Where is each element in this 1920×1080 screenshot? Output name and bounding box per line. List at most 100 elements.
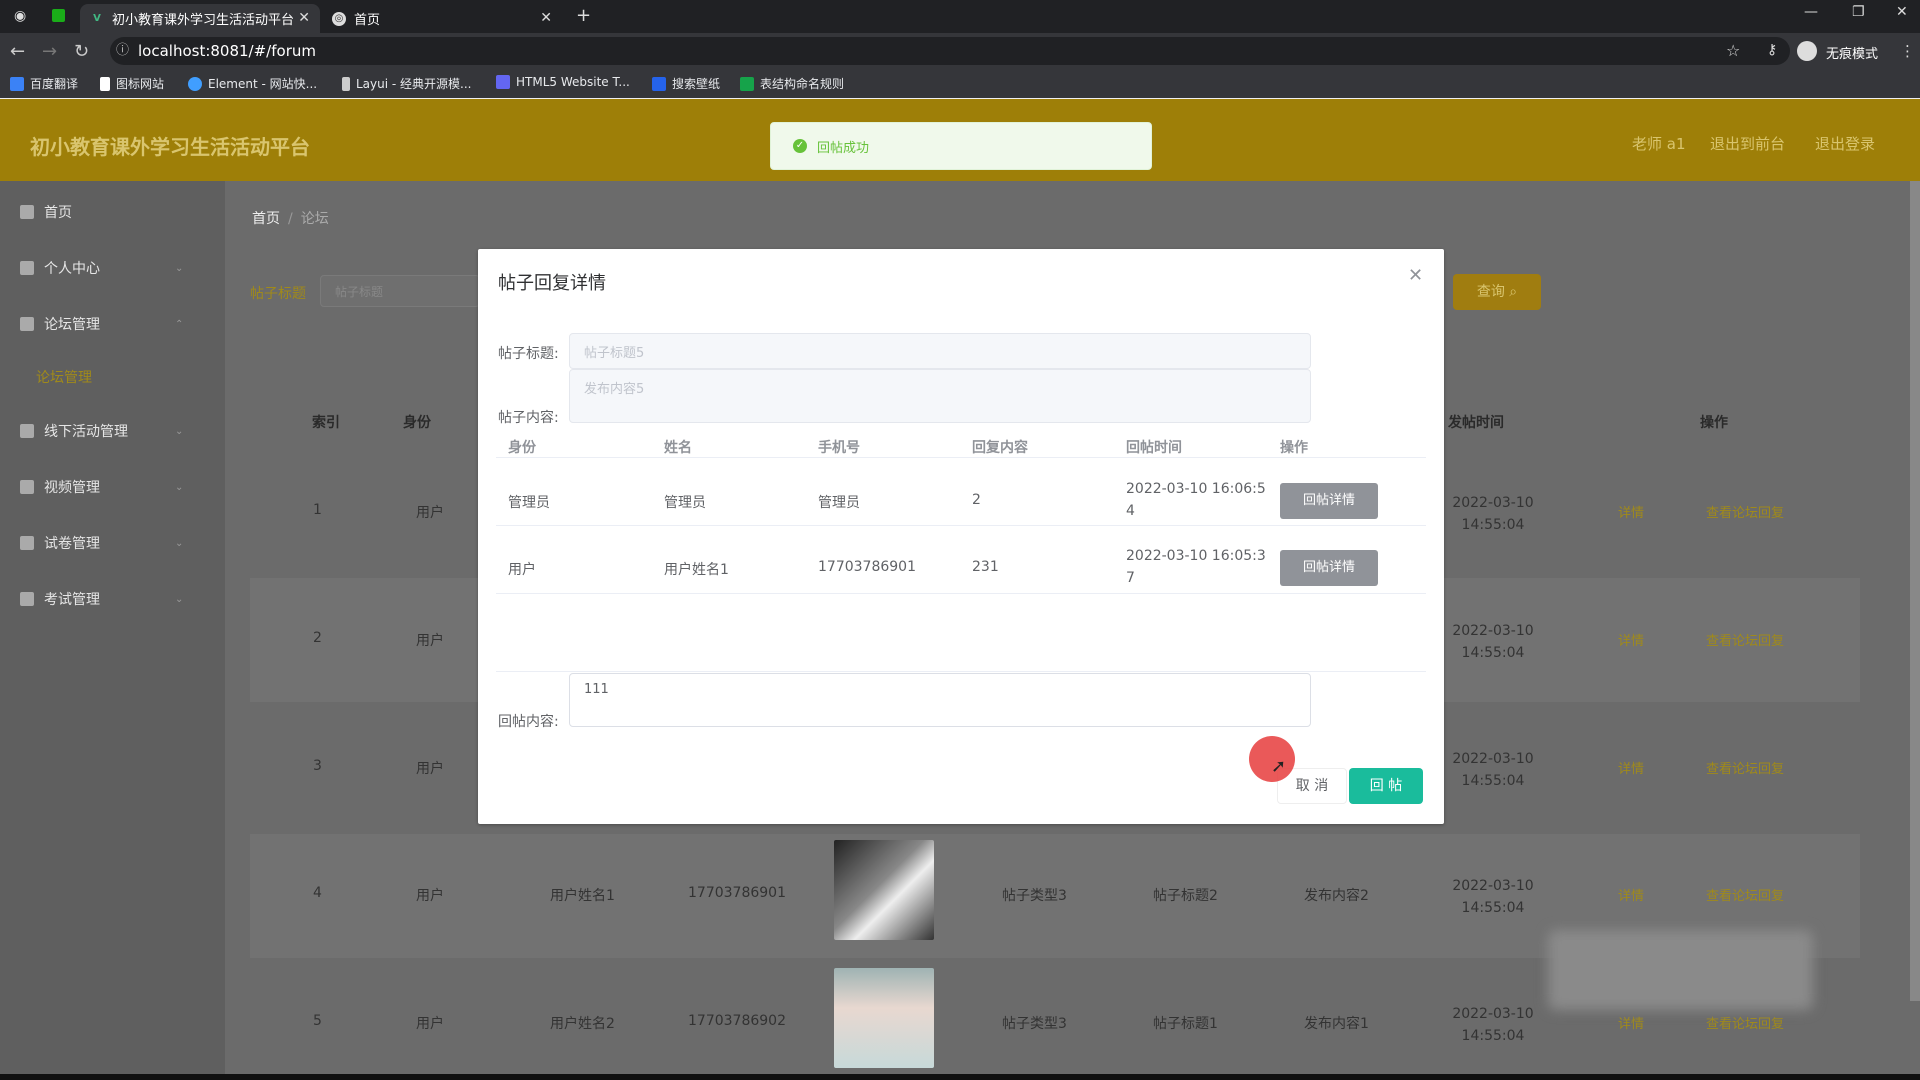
row-identity: 用户 xyxy=(416,505,444,521)
row-title: 帖子标题1 xyxy=(1153,1016,1218,1032)
bookmark-item[interactable]: Element - 网站快... xyxy=(188,75,317,92)
more-menu-icon[interactable]: ⋮ xyxy=(1900,42,1915,60)
sidebar-item-home[interactable]: 首页 xyxy=(20,202,72,222)
view-replies-link[interactable]: 查看论坛回复 xyxy=(1706,1013,1784,1032)
page-scrollbar[interactable] xyxy=(1910,181,1920,1001)
view-replies-link[interactable]: 查看论坛回复 xyxy=(1706,758,1784,777)
layui-icon xyxy=(342,76,350,91)
user-icon xyxy=(20,261,34,275)
row-identity: 用户 xyxy=(416,1016,444,1032)
vue-icon: V xyxy=(93,13,101,24)
row-type: 帖子类型3 xyxy=(1002,888,1067,904)
chevron-down-icon: ⌄ xyxy=(175,481,184,493)
star-icon[interactable]: ☆ xyxy=(1726,41,1740,60)
sidebar-subitem-forum[interactable]: 论坛管理 xyxy=(36,367,92,387)
paper-icon xyxy=(20,536,34,550)
chevron-down-icon: ⌄ xyxy=(175,593,184,605)
table-divider xyxy=(496,457,1426,458)
submit-reply-button[interactable]: 回 帖 xyxy=(1349,768,1423,804)
bookmark-item[interactable]: 搜索壁纸 xyxy=(652,75,720,92)
url-input[interactable]: ⓘ localhost:8081/#/forum xyxy=(110,37,1790,65)
close-window-icon[interactable]: ✕ xyxy=(1896,4,1908,20)
pinned-tab-icon[interactable] xyxy=(52,9,65,22)
bookmark-item[interactable]: HTML5 Website T... xyxy=(496,75,630,89)
detail-link[interactable]: 详情 xyxy=(1618,630,1644,649)
info-icon[interactable]: ⓘ xyxy=(116,37,129,65)
success-toast: ✓ 回帖成功 xyxy=(770,122,1152,170)
to-frontend-link[interactable]: 退出到前台 xyxy=(1710,133,1785,154)
row-phone: 17703786902 xyxy=(688,1013,786,1029)
app-title: 初小教育课外学习生活活动平台 xyxy=(30,135,310,159)
reply-textarea[interactable]: 111 xyxy=(569,673,1311,727)
sidebar-item-profile[interactable]: 个人中心 ⌄ xyxy=(20,258,183,278)
bookmark-item[interactable]: 表结构命名规则 xyxy=(740,75,844,92)
reply-detail-button[interactable]: 回帖详情 xyxy=(1280,483,1378,519)
row-index: 4 xyxy=(313,885,322,901)
translate-icon xyxy=(10,76,24,91)
table-divider xyxy=(496,525,1426,526)
reply-name: 管理员 xyxy=(664,495,706,511)
reply-detail-button[interactable]: 回帖详情 xyxy=(1280,550,1378,586)
post-image[interactable] xyxy=(834,968,934,1068)
reply-name: 用户姓名1 xyxy=(664,562,729,578)
sidebar-item-exams[interactable]: 考试管理 ⌄ xyxy=(20,589,183,609)
profile-label[interactable]: 无痕模式 xyxy=(1826,43,1878,62)
sidebar-item-video[interactable]: 视频管理 ⌄ xyxy=(20,477,183,497)
col-header-index: 索引 xyxy=(312,415,340,431)
detail-link[interactable]: 详情 xyxy=(1618,1013,1644,1032)
row-content: 发布内容2 xyxy=(1304,888,1369,904)
minimize-icon[interactable]: — xyxy=(1804,4,1818,20)
row-name: 用户姓名2 xyxy=(550,1016,615,1032)
row-time: 2022-03-10 14:55:04 xyxy=(1452,623,1534,661)
view-replies-link[interactable]: 查看论坛回复 xyxy=(1706,630,1784,649)
search-label: 帖子标题 xyxy=(250,286,306,302)
back-icon[interactable]: ← xyxy=(10,41,25,62)
sidebar-item-forum[interactable]: 论坛管理 ⌃ xyxy=(20,314,183,334)
col-header-time[interactable]: 发帖时间 xyxy=(1448,412,1504,432)
row-title: 帖子标题2 xyxy=(1153,888,1218,904)
col-header-identity[interactable]: 身份 xyxy=(403,412,431,432)
close-tab-icon[interactable]: ✕ xyxy=(540,10,552,26)
reply-identity: 用户 xyxy=(508,562,536,578)
sidebar-item-papers[interactable]: 试卷管理 ⌄ xyxy=(20,533,183,553)
sheet-icon xyxy=(740,76,754,91)
chevron-down-icon: ⌄ xyxy=(175,537,184,549)
flag-icon xyxy=(100,76,110,91)
table-divider xyxy=(496,671,1426,672)
row-phone: 17703786901 xyxy=(688,885,786,901)
forward-icon[interactable]: → xyxy=(42,41,57,62)
breadcrumb: 首页 / 论坛 xyxy=(252,211,329,227)
incognito-icon[interactable] xyxy=(1797,41,1817,61)
row-index: 5 xyxy=(313,1013,322,1029)
view-replies-link[interactable]: 查看论坛回复 xyxy=(1706,502,1784,521)
breadcrumb-home[interactable]: 首页 xyxy=(252,211,280,227)
browser-menu-icon[interactable]: ◉ xyxy=(14,8,26,24)
bookmark-item[interactable]: 百度翻译 xyxy=(10,75,78,92)
query-button[interactable]: 查询 ⌕ xyxy=(1453,274,1541,310)
view-replies-link[interactable]: 查看论坛回复 xyxy=(1706,885,1784,904)
screen-edge xyxy=(0,1074,1920,1080)
post-image[interactable] xyxy=(834,840,934,940)
post-title-label: 帖子标题: xyxy=(498,346,559,362)
restore-icon[interactable]: ❐ xyxy=(1852,4,1865,20)
detail-link[interactable]: 详情 xyxy=(1618,885,1644,904)
close-tab-icon[interactable]: ✕ xyxy=(298,10,310,26)
sidebar-item-activities[interactable]: 线下活动管理 ⌄ xyxy=(20,421,183,441)
reload-icon[interactable]: ↻ xyxy=(74,41,89,62)
key-icon[interactable]: ⚷ xyxy=(1767,42,1777,58)
tab-active[interactable]: V 初小教育课外学习生活活动平台 ✕ xyxy=(80,4,320,33)
bookmark-item[interactable]: 图标网站 xyxy=(100,75,164,92)
html5-icon xyxy=(496,75,510,89)
new-tab-icon[interactable]: + xyxy=(576,5,591,26)
search-input[interactable]: 帖子标题 xyxy=(320,275,480,307)
row-time: 2022-03-10 14:55:04 xyxy=(1452,878,1534,916)
detail-link[interactable]: 详情 xyxy=(1618,758,1644,777)
logout-link[interactable]: 退出登录 xyxy=(1815,133,1875,154)
tab-home[interactable]: ◎ 首页 ✕ xyxy=(322,4,562,33)
close-icon[interactable]: ✕ xyxy=(1408,265,1423,286)
detail-link[interactable]: 详情 xyxy=(1618,502,1644,521)
reply-col-time: 回帖时间 xyxy=(1126,440,1182,456)
bookmark-item[interactable]: Layui - 经典开源模... xyxy=(342,75,471,92)
check-icon: ✓ xyxy=(793,139,807,153)
dialog-title: 帖子回复详情 xyxy=(498,273,606,294)
